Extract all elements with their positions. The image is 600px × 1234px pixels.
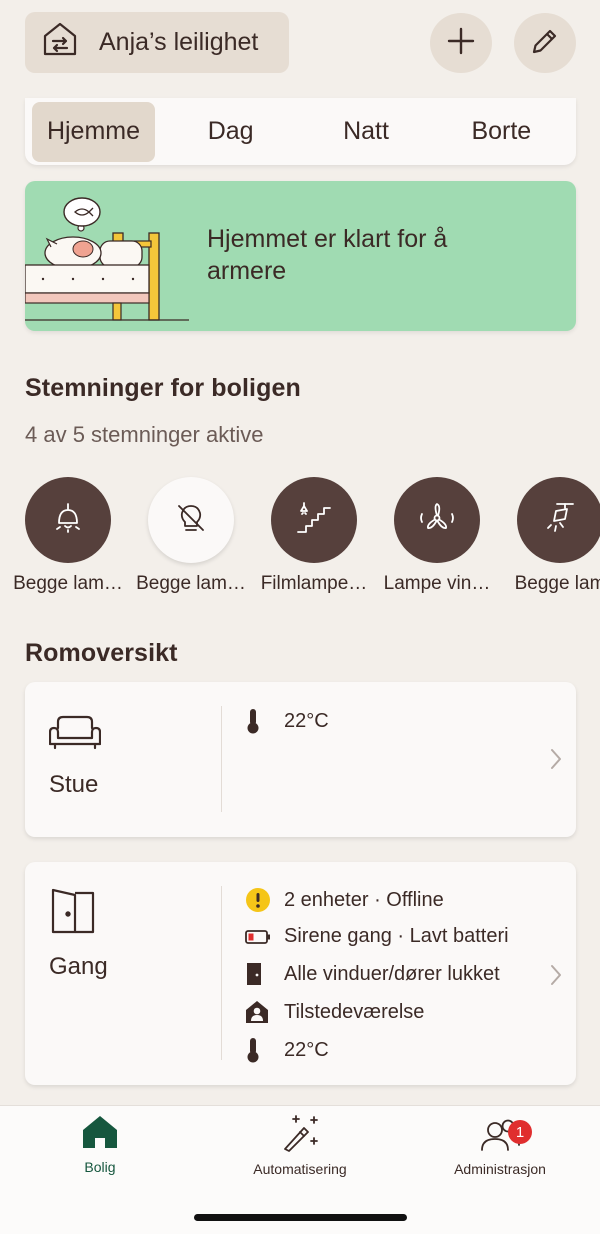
scene-toggle[interactable] (148, 477, 234, 563)
closed-door-icon (245, 962, 273, 986)
scene-label: Lampe vin… (383, 573, 491, 594)
home-icon (81, 1116, 119, 1154)
chevron-right-icon (549, 748, 563, 775)
room-card-stue[interactable]: Stue 22°C (25, 682, 576, 837)
edit-button[interactable] (514, 13, 576, 73)
ceiling-lamp-icon (51, 501, 85, 540)
thermometer-icon (245, 708, 273, 734)
scene-label: Begge lam… (136, 573, 246, 594)
tab-label: Administrasjon (454, 1161, 546, 1177)
room-status-presence: Tilstedeværelse (245, 1000, 424, 1024)
status-text: Tilstedeværelse (284, 1000, 425, 1023)
scene-item[interactable]: Filmlampe… (255, 477, 373, 595)
mode-tab-borte[interactable]: Borte (434, 102, 569, 162)
warning-icon (245, 887, 273, 913)
scene-item[interactable]: Lampe vin… (378, 477, 496, 595)
home-switch-icon (41, 21, 99, 64)
security-mode-tabs: Hjemme Dag Natt Borte (25, 98, 576, 165)
tab-administrasjon[interactable]: 1 Administrasjon (420, 1114, 580, 1177)
scenes-subtitle: 4 av 5 stemninger aktive (25, 422, 264, 447)
plus-icon (446, 26, 476, 61)
scene-item[interactable]: Begge lam (501, 477, 600, 595)
stairs-lamp-icon (296, 500, 332, 541)
magic-wand-icon (280, 1115, 320, 1156)
status-text: 22°C (284, 1038, 329, 1061)
mode-tab-dag[interactable]: Dag (163, 102, 298, 162)
presence-icon (245, 1000, 273, 1024)
divider (221, 886, 222, 1060)
thermometer-icon (245, 1037, 273, 1063)
home-name: Anja’s leilighet (99, 28, 259, 56)
status-text: Sirene gang · Lavt batteri (284, 925, 509, 947)
low-battery-icon (245, 929, 273, 945)
pencil-icon (530, 26, 560, 61)
tab-bolig[interactable]: Bolig (20, 1114, 180, 1175)
home-switcher-button[interactable]: Anja’s leilighet (25, 12, 289, 73)
banner-message: Hjemmet er klart for å armere (207, 225, 448, 285)
arming-status-banner[interactable]: Hjemmet er klart for å armere (25, 181, 576, 331)
mode-tab-hjemme[interactable]: Hjemme (32, 101, 155, 162)
scene-label: Begge lam (514, 573, 600, 594)
tab-label: Automatisering (253, 1161, 347, 1177)
scene-label: Begge lam… (13, 573, 123, 594)
scene-toggle[interactable] (271, 477, 357, 563)
spotlight-icon (543, 501, 577, 540)
sofa-icon (48, 714, 102, 755)
tab-label: Bolig (84, 1159, 116, 1175)
tab-automatisering[interactable]: Automatisering (220, 1114, 380, 1177)
scene-toggle[interactable] (25, 477, 111, 563)
fan-icon (419, 500, 455, 541)
scene-item[interactable]: Begge lam… (132, 477, 250, 595)
room-name: Gang (49, 953, 108, 980)
home-indicator (194, 1214, 407, 1221)
room-status-offline: 2 enheter · Offline (245, 887, 444, 913)
scene-label: Filmlampe… (260, 573, 368, 594)
rooms-title: Romoversikt (25, 639, 178, 667)
notification-badge: 1 (508, 1120, 532, 1144)
status-text: Alle vinduer/dører lukket (284, 962, 500, 985)
room-status-temperature: 22°C (245, 1037, 329, 1063)
room-card-gang[interactable]: Gang 2 enheter · Offline Sirene gang · L… (25, 862, 576, 1085)
scene-toggle[interactable] (394, 477, 480, 563)
scenes-title: Stemninger for boligen (25, 374, 301, 402)
top-bar: Anja’s leilighet (0, 0, 600, 98)
add-button[interactable] (430, 13, 492, 73)
room-status-doors: Alle vinduer/dører lukket (245, 962, 500, 986)
divider (221, 706, 222, 812)
room-name: Stue (49, 771, 99, 798)
room-status-battery: Sirene gang · Lavt batteri (245, 925, 509, 948)
mode-tab-natt[interactable]: Natt (298, 102, 433, 162)
bulb-off-icon (174, 501, 208, 540)
status-text: 2 enheter · Offline (284, 888, 444, 911)
status-text: 22°C (284, 709, 329, 732)
door-icon (51, 888, 95, 939)
sleeping-cat-illustration (25, 197, 189, 321)
scene-item[interactable]: Begge lam… (9, 477, 127, 595)
room-status-temperature: 22°C (245, 708, 329, 734)
scene-toggle[interactable] (517, 477, 600, 563)
chevron-right-icon (549, 964, 563, 991)
